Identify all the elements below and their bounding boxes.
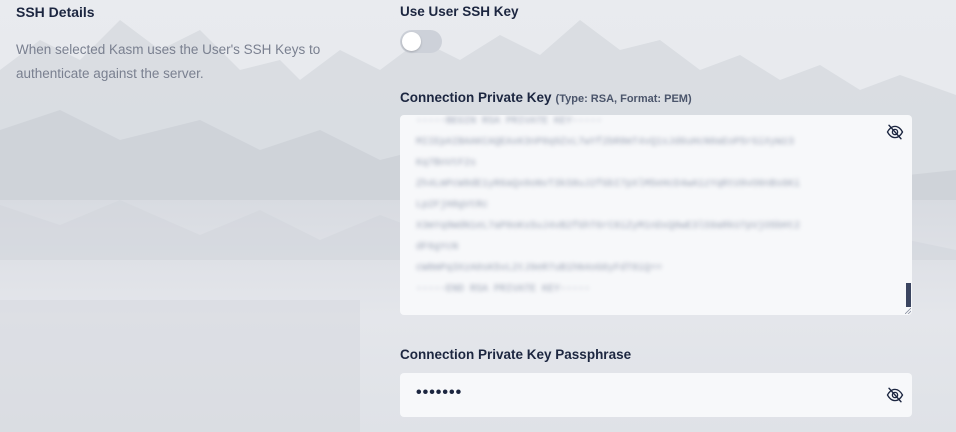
passphrase-input[interactable]: ••••••• <box>400 373 912 417</box>
passphrase-label: Connection Private Key Passphrase <box>400 347 632 362</box>
textarea-scrollbar[interactable] <box>906 283 911 307</box>
passphrase-value: ••••••• <box>416 384 463 401</box>
toggle-knob <box>402 32 421 51</box>
eye-slash-icon[interactable] <box>886 386 904 404</box>
ssh-details-form: SSH Details When selected Kasm uses the … <box>0 0 956 432</box>
section-description: When selected Kasm uses the User's SSH K… <box>16 42 321 81</box>
private-key-content-obscured: -----BEGIN RSA PRIVATE KEY----- MIIEpAIB… <box>416 116 801 295</box>
private-key-label-text: Connection Private Key <box>400 90 552 105</box>
use-user-ssh-key-label: Use User SSH Key <box>400 4 519 19</box>
resize-grip-icon[interactable] <box>905 308 911 314</box>
private-key-label: Connection Private Key (Type: RSA, Format… <box>400 90 692 105</box>
section-title: SSH Details <box>16 4 95 20</box>
eye-slash-icon[interactable] <box>886 123 904 141</box>
private-key-textarea[interactable]: -----BEGIN RSA PRIVATE KEY----- MIIEpAIB… <box>400 115 912 315</box>
private-key-format-hint: (Type: RSA, Format: PEM) <box>555 93 692 105</box>
use-user-ssh-key-toggle[interactable] <box>400 30 442 53</box>
